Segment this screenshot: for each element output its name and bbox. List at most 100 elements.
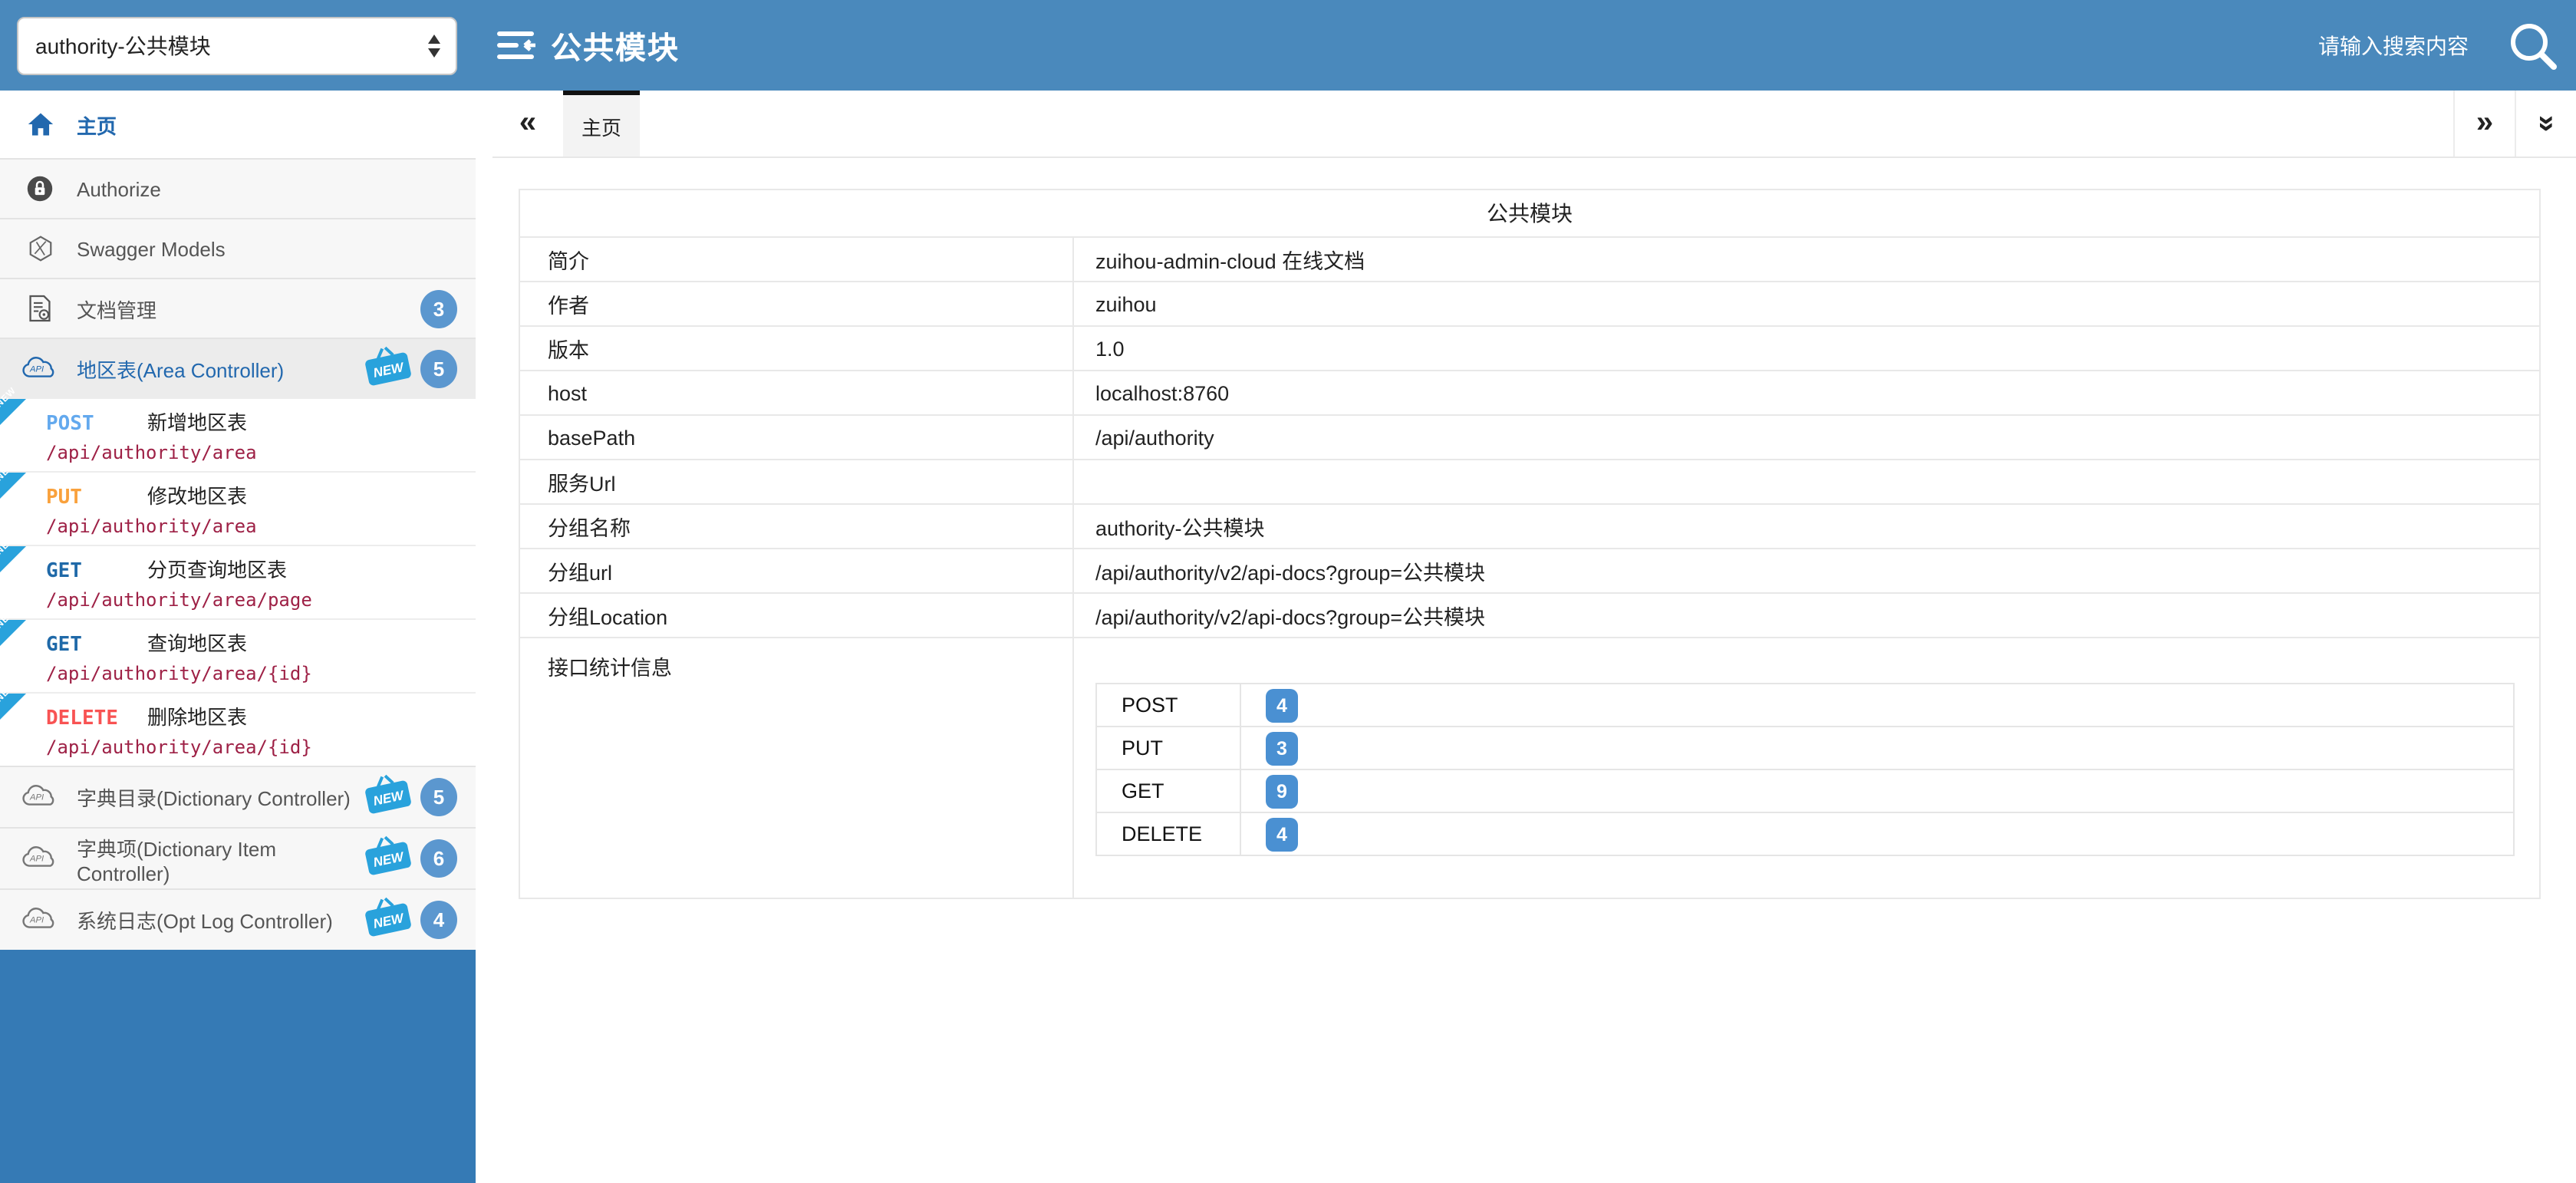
info-value: zuihou	[1073, 282, 2540, 326]
endpoint-title: 修改地区表	[147, 480, 247, 509]
api-stats-table: POST 4 PUT 3 GET 9	[1095, 683, 2515, 856]
endpoint-title: 新增地区表	[147, 407, 247, 436]
count-badge: 5	[420, 349, 457, 387]
sidebar-item-label: 字典目录(Dictionary Controller)	[77, 783, 351, 812]
lock-icon	[20, 175, 60, 203]
svg-text:API: API	[29, 364, 44, 373]
stats-row: POST 4	[1096, 684, 2514, 727]
sidebar-item-label: 地区表(Area Controller)	[77, 354, 284, 383]
main-content: « 主页 » » 公共模块 简介 zuihou-admin-cloud 在线文档…	[492, 91, 2576, 1183]
endpoint-get-area-page[interactable]: NEW GET 分页查询地区表 /api/authority/area/page	[0, 545, 476, 618]
home-page: 公共模块 简介 zuihou-admin-cloud 在线文档 作者 zuiho…	[492, 158, 2576, 899]
table-row: 版本 1.0	[519, 326, 2540, 371]
stats-method: DELETE	[1096, 812, 1240, 855]
info-value: /api/authority/v2/api-docs?group=公共模块	[1073, 593, 2540, 638]
svg-text:API: API	[29, 854, 44, 863]
stats-row: GET 9	[1096, 769, 2514, 812]
info-label: 作者	[519, 282, 1073, 326]
table-row: 简介 zuihou-admin-cloud 在线文档	[519, 237, 2540, 282]
table-row: 分组url /api/authority/v2/api-docs?group=公…	[519, 549, 2540, 593]
new-corner-ribbon: NEW	[0, 473, 26, 499]
sidebar-item-swagger-models[interactable]: Swagger Models	[0, 218, 476, 278]
new-corner-ribbon: NEW	[0, 694, 26, 720]
endpoint-title: 分页查询地区表	[147, 554, 287, 583]
info-label: 简介	[519, 237, 1073, 282]
sidebar-item-label: Authorize	[77, 177, 161, 200]
stats-method: PUT	[1096, 727, 1240, 769]
tab-bar: « 主页 » »	[492, 91, 2576, 158]
sidebar-footer	[0, 950, 476, 1183]
count-badge: 3	[420, 289, 457, 328]
info-value: /api/authority	[1073, 415, 2540, 460]
tab-scroll-left-icon[interactable]: «	[492, 91, 563, 157]
sidebar-item-label: 主页	[77, 110, 117, 139]
info-label: 分组Location	[519, 593, 1073, 638]
search-icon[interactable]	[2505, 18, 2561, 73]
table-row: 分组Location /api/authority/v2/api-docs?gr…	[519, 593, 2540, 638]
stats-method: POST	[1096, 684, 1240, 727]
table-row: 服务Url	[519, 460, 2540, 504]
sidebar-item-dictionary-item-controller[interactable]: API 字典项(Dictionary Item Controller) NEW …	[0, 827, 476, 888]
info-value: authority-公共模块	[1073, 504, 2540, 549]
method-label: GET	[46, 634, 147, 657]
method-label: PUT	[46, 486, 147, 509]
group-select[interactable]: authority-公共模块	[17, 16, 457, 74]
header: authority-公共模块 公共模块 请输入搜索内容	[0, 0, 2576, 91]
stats-count-badge: 3	[1266, 731, 1298, 765]
api-cloud-icon: API	[20, 845, 60, 872]
table-row: 作者 zuihou	[519, 282, 2540, 326]
sidebar-item-doc-manage[interactable]: 文档管理 3	[0, 278, 476, 338]
sidebar-item-home[interactable]: 主页	[0, 91, 476, 158]
new-badge: NEW	[364, 842, 412, 876]
sidebar-item-area-controller[interactable]: API 地区表(Area Controller) NEW 5	[0, 338, 476, 397]
sidebar-item-dictionary-controller[interactable]: API 字典目录(Dictionary Controller) NEW 5	[0, 766, 476, 827]
endpoint-put-area[interactable]: NEW PUT 修改地区表 /api/authority/area	[0, 471, 476, 545]
info-label: 版本	[519, 326, 1073, 371]
stats-count-badge: 9	[1266, 774, 1298, 808]
new-badge: NEW	[364, 903, 412, 938]
table-title: 公共模块	[519, 189, 2540, 237]
stats-row: PUT 3	[1096, 727, 2514, 769]
new-badge: NEW	[364, 780, 412, 815]
new-corner-ribbon: NEW	[0, 399, 26, 425]
app-title: 公共模块	[551, 23, 680, 68]
sidebar-item-opt-log-controller[interactable]: API 系统日志(Opt Log Controller) NEW 4	[0, 888, 476, 950]
module-info-table: 公共模块 简介 zuihou-admin-cloud 在线文档 作者 zuiho…	[519, 189, 2541, 899]
stats-count-badge: 4	[1266, 817, 1298, 851]
count-badge: 6	[420, 839, 457, 878]
info-value	[1073, 460, 2540, 504]
endpoint-get-area-id[interactable]: NEW GET 查询地区表 /api/authority/area/{id}	[0, 618, 476, 692]
tab-collapse-icon[interactable]: »	[2515, 91, 2576, 157]
endpoint-path: /api/authority/area/{id}	[46, 663, 476, 684]
info-value: /api/authority/v2/api-docs?group=公共模块	[1073, 549, 2540, 593]
home-icon	[20, 112, 60, 137]
tab-scroll-right-icon[interactable]: »	[2453, 91, 2515, 157]
search-box[interactable]: 请输入搜索内容	[2318, 18, 2561, 73]
stats-row: DELETE 4	[1096, 812, 2514, 855]
info-value: localhost:8760	[1073, 371, 2540, 415]
endpoint-post-area[interactable]: NEW POST 新增地区表 /api/authority/area	[0, 397, 476, 471]
document-gear-icon	[20, 295, 60, 322]
endpoint-path: /api/authority/area/page	[46, 589, 476, 611]
new-corner-ribbon: NEW	[0, 546, 26, 572]
api-cloud-icon: API	[20, 907, 60, 933]
menu-lines-icon	[497, 29, 537, 61]
svg-text:API: API	[29, 793, 44, 802]
tab-home[interactable]: 主页	[563, 91, 640, 157]
info-label: 服务Url	[519, 460, 1073, 504]
info-label: 分组url	[519, 549, 1073, 593]
endpoint-path: /api/authority/area	[46, 516, 476, 537]
sidebar-item-label: Swagger Models	[77, 237, 226, 260]
endpoint-path: /api/authority/area	[46, 442, 476, 463]
api-cloud-icon: API	[20, 784, 60, 810]
sidebar-item-authorize[interactable]: Authorize	[0, 158, 476, 218]
table-row: 分组名称 authority-公共模块	[519, 504, 2540, 549]
endpoint-delete-area[interactable]: NEW DELETE 删除地区表 /api/authority/area/{id…	[0, 692, 476, 766]
sidebar: 主页 Authorize Swagger Models	[0, 91, 476, 1183]
sidebar-item-label: 字典项(Dictionary Item Controller)	[77, 832, 367, 885]
endpoint-title: 删除地区表	[147, 701, 247, 730]
select-arrows-icon	[428, 34, 440, 57]
endpoint-title: 查询地区表	[147, 628, 247, 657]
stats-count-badge: 4	[1266, 688, 1298, 722]
search-placeholder[interactable]: 请输入搜索内容	[2318, 30, 2469, 61]
